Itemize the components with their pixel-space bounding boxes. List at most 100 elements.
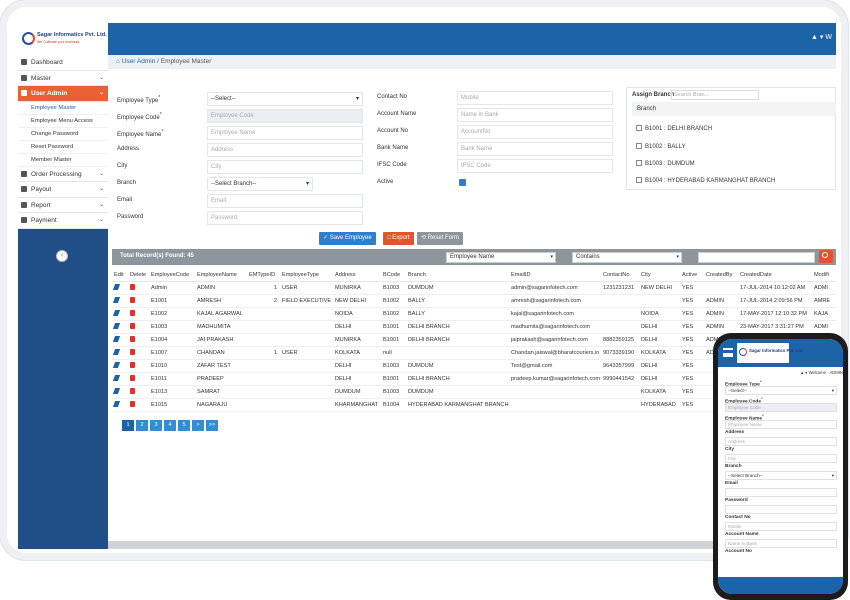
delete-icon[interactable] bbox=[130, 387, 135, 394]
edit-cell[interactable] bbox=[112, 398, 128, 412]
edit-icon[interactable] bbox=[112, 283, 121, 290]
column-header[interactable]: EmailID bbox=[509, 269, 601, 282]
column-header[interactable]: City bbox=[639, 269, 680, 282]
mobile-employee-code-field[interactable]: Employee Code bbox=[725, 403, 837, 412]
sidebar-subitem-change-password[interactable]: Change Password bbox=[18, 128, 108, 141]
city-field[interactable]: City bbox=[207, 160, 363, 174]
column-header[interactable]: Edit bbox=[112, 269, 128, 282]
delete-icon[interactable] bbox=[130, 309, 135, 316]
edit-cell[interactable] bbox=[112, 294, 128, 308]
collapse-sidebar-icon[interactable]: ‹ bbox=[56, 250, 68, 262]
branch-option[interactable]: B1002 : BALLY bbox=[636, 143, 686, 150]
mobile-logo[interactable]: Sagar Informatics Pvt. Ltd. bbox=[737, 343, 803, 363]
delete-cell[interactable] bbox=[128, 333, 149, 347]
delete-cell[interactable] bbox=[128, 346, 149, 360]
edit-cell[interactable] bbox=[112, 307, 128, 321]
edit-icon[interactable] bbox=[112, 374, 121, 381]
mobile-contact-field[interactable]: Mobile bbox=[725, 522, 837, 531]
page-button[interactable]: 3 bbox=[150, 420, 162, 431]
mobile-account-name-field[interactable]: Name in Bank bbox=[725, 539, 837, 548]
delete-icon[interactable] bbox=[130, 322, 135, 329]
breadcrumb-user-admin[interactable]: User Admin bbox=[122, 58, 156, 65]
table-row[interactable]: E1003 MADHUMITA DELHI B1001 DELHI BRANCH madh… bbox=[112, 320, 836, 334]
password-field[interactable]: Password bbox=[207, 211, 363, 225]
export-button[interactable]: □ Export bbox=[383, 232, 414, 245]
page-button[interactable]: 4 bbox=[164, 420, 176, 431]
branch-select[interactable]: --Select Branch-- ▾ bbox=[207, 177, 313, 191]
edit-cell[interactable] bbox=[112, 320, 128, 334]
account-no-field[interactable]: AccountNo bbox=[457, 125, 613, 139]
mobile-city-field[interactable]: City bbox=[725, 454, 837, 463]
sidebar-item-user-admin[interactable]: User Admin ⌄ bbox=[18, 86, 108, 102]
delete-cell[interactable] bbox=[128, 281, 149, 295]
edit-icon[interactable] bbox=[112, 296, 121, 303]
column-header[interactable]: CreatedDate bbox=[738, 269, 812, 282]
delete-cell[interactable] bbox=[128, 294, 149, 308]
delete-icon[interactable] bbox=[130, 296, 135, 303]
column-header[interactable]: Branch bbox=[406, 269, 509, 282]
delete-icon[interactable] bbox=[130, 348, 135, 355]
column-header[interactable]: EmployeeType bbox=[280, 269, 333, 282]
user-menu[interactable]: ▲ ▾ W bbox=[811, 33, 832, 41]
sidebar-item-order-processing[interactable]: Order Processing ⌄ bbox=[18, 167, 108, 182]
delete-cell[interactable] bbox=[128, 307, 149, 321]
delete-icon[interactable] bbox=[130, 374, 135, 381]
delete-icon[interactable] bbox=[130, 400, 135, 407]
table-row[interactable]: Admin ADMIN 1 USER MUNIRKA B1003 DUMDUM admin@s… bbox=[112, 281, 836, 295]
mobile-employee-type-select[interactable]: --Select-- ▾ bbox=[725, 386, 837, 395]
edit-icon[interactable] bbox=[112, 335, 121, 342]
mobile-branch-select[interactable]: --Select Branch-- ▾ bbox=[725, 471, 837, 480]
edit-cell[interactable] bbox=[112, 281, 128, 295]
table-row[interactable]: E1001 AMRESH 2 FIELD EXECUTIVE NEW DELHI B100… bbox=[112, 294, 836, 308]
filter-value-input[interactable] bbox=[698, 252, 815, 263]
branch-option[interactable]: B1004 : HYDERABAD KARMANGHAT BRANCH bbox=[636, 177, 775, 184]
column-header[interactable]: Modifi bbox=[812, 269, 836, 282]
column-header[interactable]: Delete bbox=[128, 269, 149, 282]
column-header[interactable]: Active bbox=[680, 269, 704, 282]
email-field[interactable]: Email bbox=[207, 194, 363, 208]
save-employee-button[interactable]: ✓ Save Employee bbox=[319, 232, 376, 245]
mobile-password-field[interactable] bbox=[725, 505, 837, 514]
contact-field[interactable]: Mobile bbox=[457, 91, 613, 105]
sidebar-subitem-member-master[interactable]: Member Master bbox=[18, 154, 108, 167]
table-row[interactable]: E1002 KAJAL AGARWAL NOIDA B1002 BALLY kajal@s… bbox=[112, 307, 836, 321]
mobile-employee-name-field[interactable]: Employee Name bbox=[725, 420, 837, 429]
delete-icon[interactable] bbox=[130, 361, 135, 368]
sidebar-subitem-reset-password[interactable]: Reset Password bbox=[18, 141, 108, 154]
column-header[interactable]: Address bbox=[333, 269, 381, 282]
mobile-welcome[interactable]: ▲ ▾ Welcome - ADMIN bbox=[800, 370, 843, 375]
bank-name-field[interactable]: Bank Name bbox=[457, 142, 613, 156]
employee-type-select[interactable]: --Select-- ▾ bbox=[207, 92, 363, 106]
delete-cell[interactable] bbox=[128, 320, 149, 334]
sidebar-subitem-employee-menu-access[interactable]: Employee Menu Access bbox=[18, 115, 108, 128]
edit-icon[interactable] bbox=[112, 322, 121, 329]
sidebar-item-report[interactable]: Report ⌄ bbox=[18, 198, 108, 213]
employee-code-field[interactable]: Employee Code bbox=[207, 109, 363, 123]
sidebar-item-dashboard[interactable]: Dashboard bbox=[18, 55, 108, 71]
mobile-address-field[interactable]: Address bbox=[725, 437, 837, 446]
reset-form-button[interactable]: ⟲ Reset Form bbox=[417, 232, 464, 245]
page-button[interactable]: 2 bbox=[136, 420, 148, 431]
edit-icon[interactable] bbox=[112, 400, 121, 407]
column-header[interactable]: EMTypeID bbox=[247, 269, 280, 282]
edit-icon[interactable] bbox=[112, 361, 121, 368]
page-button[interactable]: > bbox=[192, 420, 204, 431]
column-header[interactable]: EmployeeCode bbox=[149, 269, 195, 282]
account-name-field[interactable]: Name in Bank bbox=[457, 108, 613, 122]
hamburger-menu-icon[interactable] bbox=[723, 348, 733, 357]
delete-cell[interactable] bbox=[128, 359, 149, 373]
delete-icon[interactable] bbox=[130, 283, 135, 290]
sidebar-item-payout[interactable]: Payout ⌄ bbox=[18, 182, 108, 198]
column-header[interactable]: EmployeeName bbox=[195, 269, 247, 282]
branch-option[interactable]: B1003 : DUMDUM bbox=[636, 160, 695, 167]
sidebar-subitem-employee-master[interactable]: Employee Master bbox=[18, 102, 108, 115]
column-header[interactable]: BCode bbox=[381, 269, 406, 282]
edit-cell[interactable] bbox=[112, 359, 128, 373]
search-button[interactable] bbox=[819, 250, 833, 263]
page-button[interactable]: 5 bbox=[178, 420, 190, 431]
column-header[interactable]: ContactNo bbox=[601, 269, 639, 282]
column-header[interactable]: CreatedBy bbox=[704, 269, 738, 282]
page-button[interactable]: >> bbox=[206, 420, 218, 431]
edit-cell[interactable] bbox=[112, 346, 128, 360]
sidebar-item-master[interactable]: Master ⌄ bbox=[18, 71, 108, 86]
